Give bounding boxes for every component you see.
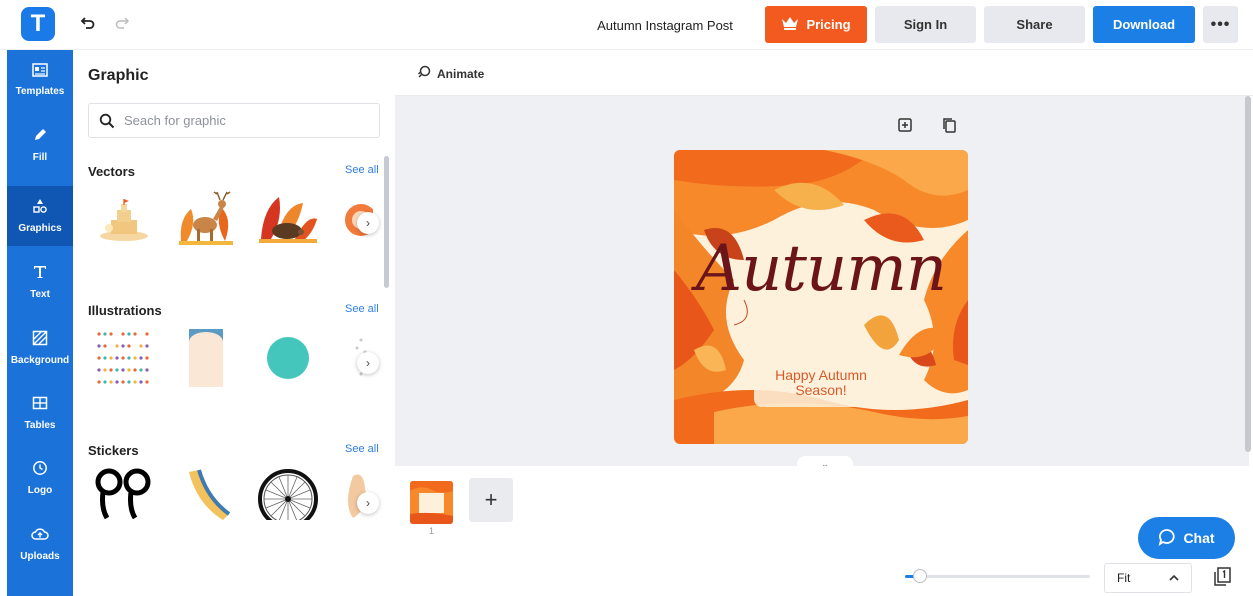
see-all-illustrations-link[interactable]: See all: [345, 303, 379, 315]
animate-label: Animate: [437, 66, 485, 81]
duplicate-page-icon[interactable]: [940, 116, 958, 134]
rail-label-background: Background: [10, 355, 70, 366]
chat-bubble-icon: [1158, 528, 1176, 549]
left-rail: Templates Fill Graphics Text Background …: [7, 50, 73, 596]
search-box[interactable]: [88, 103, 380, 138]
section-title-illustrations: Illustrations: [88, 303, 162, 318]
crown-icon: [781, 16, 799, 33]
top-bar: T Autumn Instagram Post Pricing Sign In …: [0, 0, 1253, 50]
zoom-slider-handle[interactable]: [913, 569, 927, 583]
rail-item-templates[interactable]: Templates: [7, 50, 73, 110]
sign-in-button[interactable]: Sign In: [875, 6, 976, 43]
text-icon: [32, 264, 48, 285]
see-all-stickers-link[interactable]: See all: [345, 443, 379, 455]
rail-item-background[interactable]: Background: [7, 318, 73, 378]
zoom-slider-track[interactable]: [905, 575, 1090, 578]
sticker-thumb-quote[interactable]: [93, 468, 155, 520]
page-thumbnail[interactable]: [410, 481, 453, 524]
rail-label-text: Text: [30, 289, 50, 300]
search-icon: [98, 112, 116, 130]
rail-item-uploads[interactable]: Uploads: [7, 514, 73, 574]
canvas-toolbar: Animate: [395, 50, 1253, 96]
pencil-icon: [32, 127, 48, 148]
rail-item-logo[interactable]: Logo: [7, 448, 73, 508]
sticker-thumb-wheel[interactable]: [257, 468, 319, 520]
artboard-subtitle-text[interactable]: Happy Autumn Season!: [674, 368, 968, 398]
illustrations-next-arrow[interactable]: ›: [357, 352, 379, 374]
panel-scrollbar[interactable]: [384, 156, 389, 288]
zoom-value: Fit: [1117, 571, 1131, 585]
see-all-vectors-link[interactable]: See all: [345, 164, 379, 176]
design-artboard[interactable]: Autumn Happy Autumn Season!: [674, 150, 968, 444]
undo-icon[interactable]: [77, 12, 99, 34]
add-page-icon[interactable]: [896, 116, 914, 134]
share-button[interactable]: Share: [984, 6, 1085, 43]
sticker-thumb-ruler[interactable]: [175, 468, 237, 520]
workspace-scrollbar[interactable]: [1245, 96, 1251, 452]
animate-button[interactable]: Animate: [417, 65, 484, 82]
animate-icon: [417, 65, 431, 82]
rail-item-graphics[interactable]: Graphics: [7, 186, 73, 246]
chat-button[interactable]: Chat: [1138, 517, 1235, 559]
section-title-vectors: Vectors: [88, 164, 135, 179]
graphic-panel: Graphic Vectors See all › Illustrations …: [73, 50, 395, 596]
panel-title: Graphic: [88, 67, 149, 84]
stickers-next-arrow[interactable]: ›: [357, 492, 379, 514]
rail-label-tables: Tables: [24, 420, 56, 431]
illustration-thumb-arch[interactable]: [175, 327, 237, 389]
shapes-icon: [32, 198, 48, 219]
templates-icon: [32, 63, 48, 82]
pricing-button[interactable]: Pricing: [765, 6, 867, 43]
zoom-select[interactable]: Fit: [1104, 563, 1192, 593]
pricing-label: Pricing: [806, 17, 851, 32]
vectors-next-arrow[interactable]: ›: [357, 212, 379, 234]
rail-label-graphics: Graphics: [18, 223, 62, 234]
chevron-up-icon: [1169, 571, 1179, 585]
add-page-button[interactable]: +: [469, 478, 513, 522]
section-title-stickers: Stickers: [88, 443, 139, 458]
artboard-title-text[interactable]: Autumn: [674, 232, 968, 306]
illustration-thumb-dots[interactable]: [93, 327, 155, 389]
app-logo[interactable]: T: [21, 7, 55, 41]
page-number: 1: [428, 526, 434, 536]
search-input[interactable]: [124, 113, 364, 128]
download-button[interactable]: Download: [1093, 6, 1195, 43]
editor-app: T Autumn Instagram Post Pricing Sign In …: [0, 0, 1253, 596]
chat-label: Chat: [1183, 530, 1215, 546]
vector-thumb-hedgehog[interactable]: [257, 187, 319, 249]
rail-label-logo: Logo: [27, 485, 53, 496]
background-icon: [32, 330, 48, 351]
redo-icon[interactable]: [111, 12, 133, 34]
subtitle-line-2: Season!: [795, 382, 847, 398]
rail-label-templates: Templates: [15, 86, 65, 97]
rail-label-fill: Fill: [32, 152, 48, 163]
subtitle-line-1: Happy Autumn: [775, 367, 867, 383]
upload-cloud-icon: [31, 526, 49, 547]
logo-icon: [32, 460, 48, 481]
rail-item-fill[interactable]: Fill: [7, 115, 73, 175]
table-icon: [32, 395, 48, 416]
rail-label-uploads: Uploads: [20, 551, 60, 562]
plus-icon: +: [484, 487, 498, 512]
document-title[interactable]: Autumn Instagram Post: [575, 0, 755, 50]
rail-item-tables[interactable]: Tables: [7, 383, 73, 443]
illustration-thumb-circle[interactable]: [257, 327, 319, 389]
vector-thumb-deer[interactable]: [175, 187, 237, 249]
page-view-icon[interactable]: [1212, 566, 1232, 588]
rail-item-text[interactable]: Text: [7, 252, 73, 312]
vector-thumb-sandcastle[interactable]: [93, 189, 155, 251]
more-options-button[interactable]: •••: [1203, 6, 1238, 43]
